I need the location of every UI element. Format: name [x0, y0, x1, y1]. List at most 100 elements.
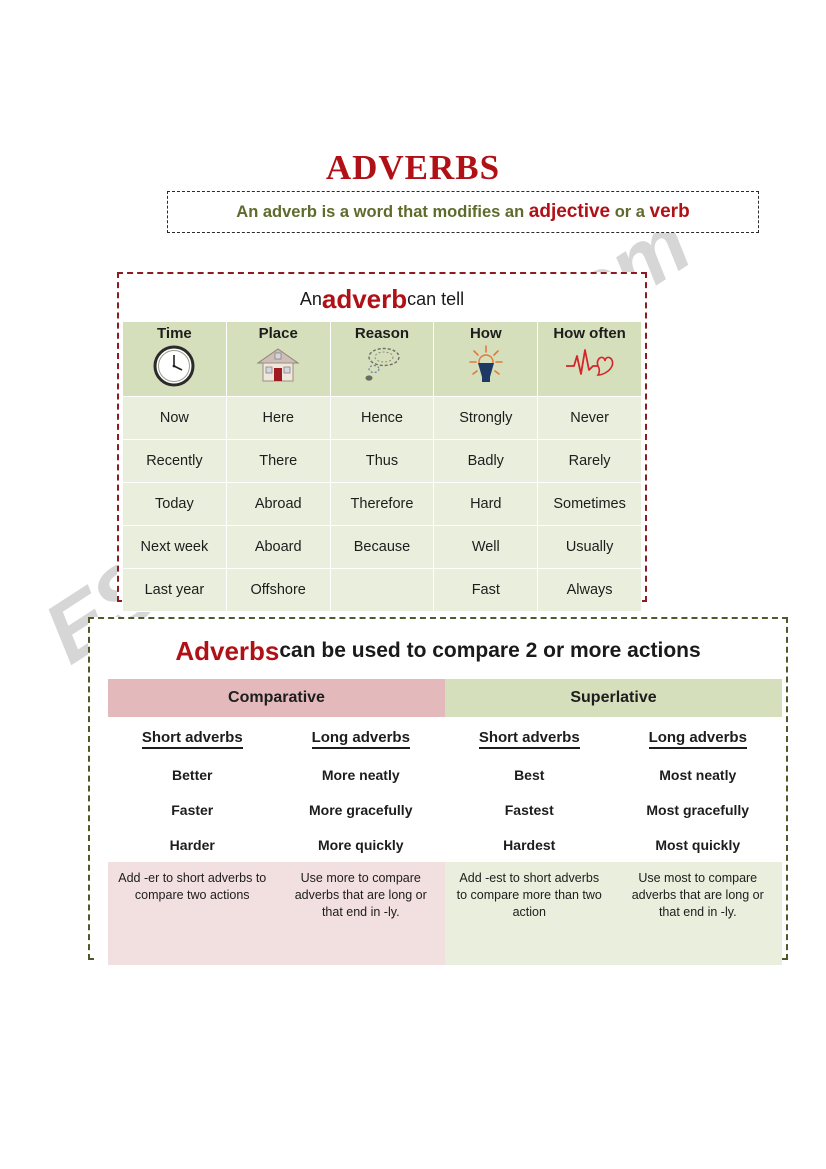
note-comparative-short: Add -er to short adverbs to compare two … — [108, 862, 277, 965]
cell-how-1: Strongly — [433, 396, 539, 440]
sub-header-superlative-short: Short adverbs — [445, 717, 614, 757]
sub-header-label: Short adverbs — [478, 728, 580, 749]
definition-highlight-adjective: adjective — [528, 201, 611, 222]
column-header-reason: Reason — [329, 321, 435, 397]
heading-word-adverbs: Adverbs — [175, 635, 280, 666]
page-title: ADVERBS — [325, 148, 501, 187]
cell-comparative-long-2: More gracefully — [276, 792, 445, 827]
heading-word-adverb: adverb — [321, 283, 408, 314]
cell-superlative-long-1: Most neatly — [613, 757, 782, 792]
cell-superlative-long-3: Most quickly — [613, 827, 782, 862]
adverb-types-section: An adverb can tell Time Place Reason How… — [117, 272, 647, 612]
definition-box: An adverb is a word that modifies an adj… — [167, 191, 759, 233]
cell-time-5: Last year — [122, 568, 227, 612]
sub-header-comparative-long: Long adverbs — [276, 717, 445, 757]
cell-time-1: Now — [122, 396, 227, 440]
cell-how-often-5: Always — [537, 568, 642, 612]
table-row: Today Abroad Therefore Hard Sometimes — [122, 482, 642, 526]
adverb-types-table: Time Place Reason How How often Now Here… — [122, 321, 642, 612]
degree-header-row: Comparative Superlative — [94, 679, 782, 717]
cell-reason-5 — [329, 568, 435, 612]
note-comparative-long: Use more to compare adverbs that are lon… — [276, 862, 445, 965]
column-label-time: Time — [157, 325, 192, 342]
house-icon — [256, 348, 300, 382]
comparison-table: Comparative Superlative Short adverbs Lo… — [94, 679, 782, 965]
table-row: Harder More quickly Hardest Most quickly — [94, 827, 782, 862]
column-header-place: Place — [225, 321, 331, 397]
definition-highlight-verb: verb — [649, 201, 690, 222]
spacer-cell — [94, 827, 108, 862]
comparison-section: Adverbs can be used to compare 2 or more … — [88, 617, 788, 965]
table-row: Better More neatly Best Most neatly — [94, 757, 782, 792]
cell-reason-3: Therefore — [329, 482, 435, 526]
heading-tail: can tell — [407, 288, 465, 309]
table-row: Recently There Thus Badly Rarely — [122, 439, 642, 483]
cell-comparative-short-2: Faster — [108, 792, 277, 827]
column-label-place: Place — [258, 325, 298, 342]
sub-header-label: Short adverbs — [141, 728, 243, 749]
cell-superlative-short-1: Best — [445, 757, 614, 792]
cell-how-4: Well — [433, 525, 539, 569]
definition-part-2: or a — [610, 203, 650, 221]
comparison-heading-tail: can be used to compare 2 or more actions — [279, 639, 701, 662]
cell-comparative-short-1: Better — [108, 757, 277, 792]
sub-header-row: Short adverbs Long adverbs Short adverbs… — [94, 717, 782, 757]
sub-header-label: Long adverbs — [648, 728, 747, 749]
cell-superlative-short-3: Hardest — [445, 827, 614, 862]
cell-time-3: Today — [122, 482, 227, 526]
sub-header-comparative-short: Short adverbs — [108, 717, 277, 757]
lightbulb-icon — [468, 345, 503, 382]
cell-reason-4: Because — [329, 525, 435, 569]
cell-comparative-long-3: More quickly — [276, 827, 445, 862]
cell-place-4: Aboard — [225, 525, 331, 569]
cell-superlative-long-2: Most gracefully — [613, 792, 782, 827]
cell-place-1: Here — [225, 396, 331, 440]
table-row: Faster More gracefully Fastest Most grac… — [94, 792, 782, 827]
definition-part-1: An adverb is a word that modifies an — [236, 203, 529, 221]
cell-comparative-long-1: More neatly — [276, 757, 445, 792]
adverb-types-table-body: Now Here Hence Strongly Never Recently T… — [122, 396, 642, 612]
spacer-cell — [94, 792, 108, 827]
spacer-cell — [94, 679, 108, 717]
cell-superlative-short-2: Fastest — [445, 792, 614, 827]
column-header-how: How — [433, 321, 539, 397]
column-header-time: Time — [122, 321, 227, 397]
heading-lead: An — [299, 288, 322, 309]
degree-header-comparative: Comparative — [108, 679, 445, 717]
column-header-how-often: How often — [537, 321, 642, 397]
table-row: Last year Offshore Fast Always — [122, 568, 642, 612]
clock-icon — [153, 345, 195, 387]
adverb-types-heading: An adverb can tell — [122, 277, 642, 321]
column-label-how-often: How often — [553, 325, 626, 342]
heartbeat-icon — [565, 349, 613, 376]
comparison-heading: Adverbs can be used to compare 2 or more … — [94, 623, 782, 679]
notes-row: Add -er to short adverbs to compare two … — [94, 862, 782, 965]
note-superlative-short: Add -est to short adverbs to compare mor… — [445, 862, 614, 965]
column-label-reason: Reason — [354, 325, 410, 342]
cell-time-2: Recently — [122, 439, 227, 483]
cell-how-2: Badly — [433, 439, 539, 483]
cell-how-often-2: Rarely — [537, 439, 642, 483]
spacer-cell — [94, 717, 108, 757]
cell-how-often-4: Usually — [537, 525, 642, 569]
cell-place-2: There — [225, 439, 331, 483]
cell-comparative-short-3: Harder — [108, 827, 277, 862]
cell-how-5: Fast — [433, 568, 539, 612]
note-superlative-long: Use most to compare adverbs that are lon… — [613, 862, 782, 965]
cell-how-3: Hard — [433, 482, 539, 526]
table-row: Now Here Hence Strongly Never — [122, 396, 642, 440]
table-header-row: Time Place Reason How How often — [122, 321, 642, 397]
column-label-how: How — [469, 325, 502, 342]
degree-header-superlative: Superlative — [445, 679, 782, 717]
sub-header-label: Long adverbs — [311, 728, 410, 749]
definition-text: An adverb is a word that modifies an adj… — [236, 201, 689, 223]
spacer-cell — [94, 862, 108, 965]
cell-how-often-3: Sometimes — [537, 482, 642, 526]
cell-how-often-1: Never — [537, 396, 642, 440]
thought-bubble-icon — [365, 347, 400, 381]
table-row: Next week Aboard Because Well Usually — [122, 525, 642, 569]
cell-reason-1: Hence — [329, 396, 435, 440]
cell-place-3: Abroad — [225, 482, 331, 526]
cell-reason-2: Thus — [329, 439, 435, 483]
spacer-cell — [94, 757, 108, 792]
